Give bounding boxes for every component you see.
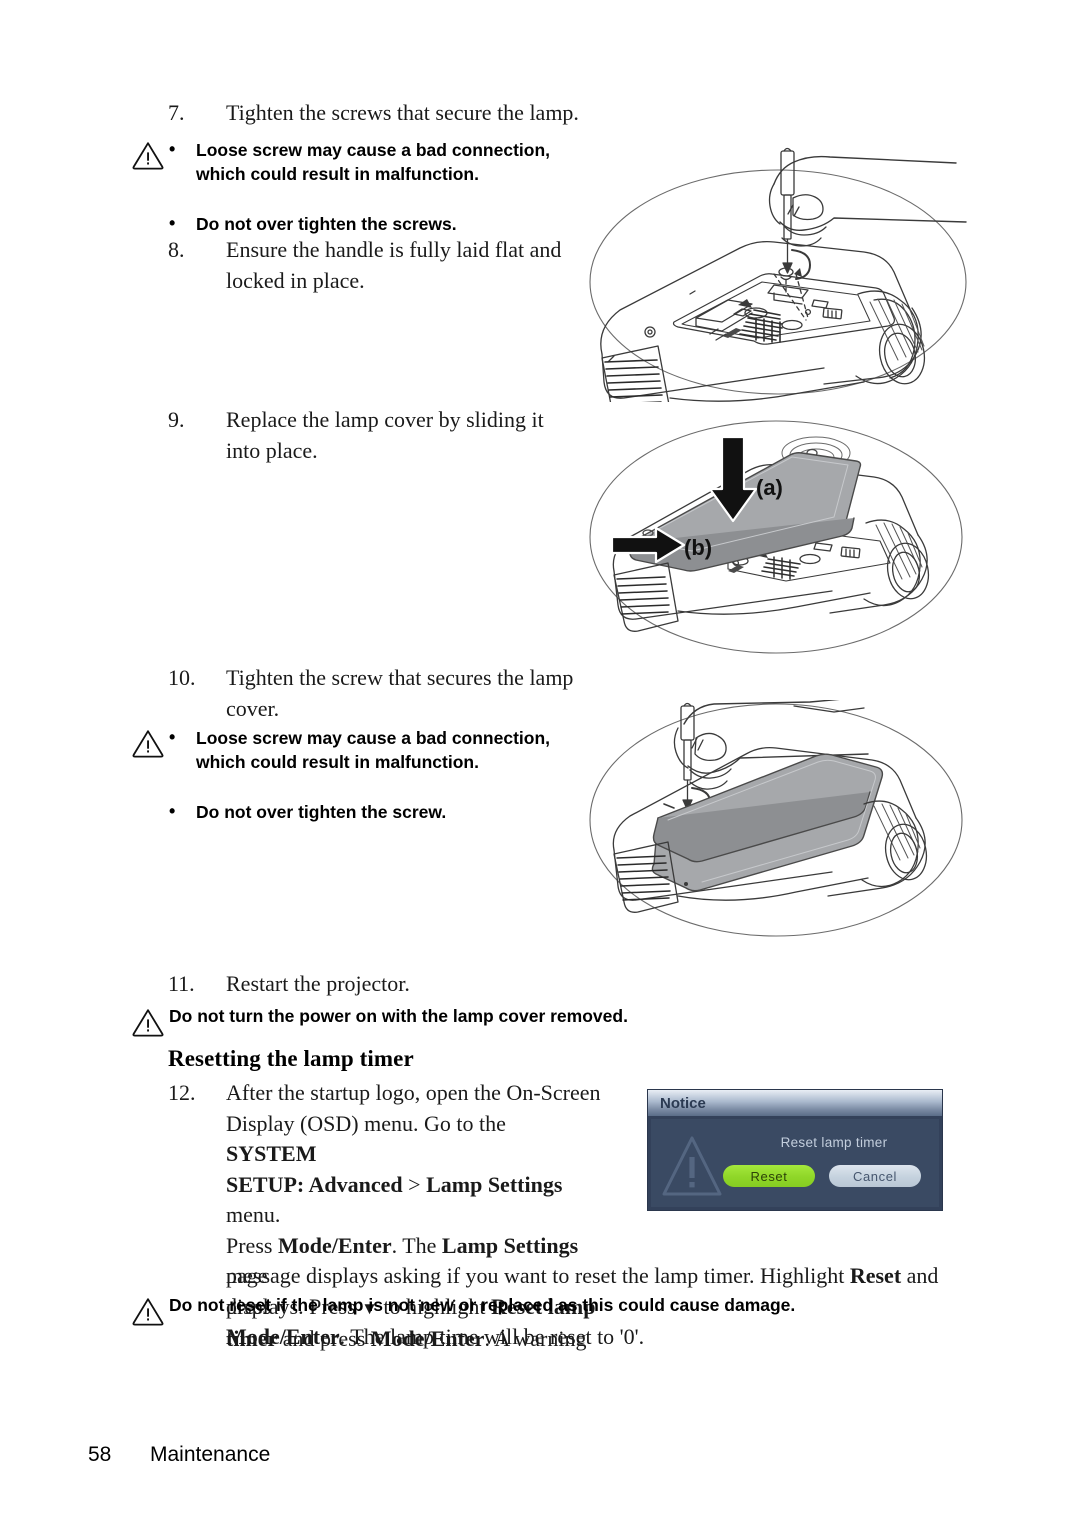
page-footer: 58 Maintenance — [88, 1443, 270, 1467]
osd-title-label: Notice — [660, 1094, 706, 1112]
warning-bullet-text: Loose screw may cause a bad connection, … — [196, 728, 551, 772]
step-12-line-8: Mode/Enter. The lamp time will be reset … — [226, 1324, 645, 1349]
warning-bullet: • Loose screw may cause a bad connection… — [169, 726, 591, 774]
warning-triangle-icon — [131, 140, 165, 170]
osd-body: Reset lamp timer Reset Cancel — [648, 1116, 942, 1210]
warning-after-step-12: Do not reset if the lamp is not new or r… — [131, 1294, 931, 1326]
warning-triangle-icon — [661, 1133, 723, 1199]
bullet-marker: • — [169, 213, 176, 233]
warning-bullet-text: Do not over tighten the screws. — [196, 214, 457, 234]
step-9-number: 9. — [168, 407, 185, 432]
warning-triangle-icon — [131, 1007, 165, 1037]
step-8-number: 8. — [168, 237, 185, 262]
warning-triangle-icon — [131, 1296, 165, 1326]
step-10-number: 10. — [168, 665, 196, 690]
step-7-number: 7. — [168, 100, 185, 125]
illustration-label-a: (a) — [756, 475, 783, 500]
step-12-number-wrap: 12. — [168, 1078, 228, 1109]
warning-after-step-10-bullets: • Loose screw may cause a bad connection… — [169, 726, 591, 824]
step-9: 9. Replace the lamp cover by sliding it … — [168, 404, 583, 466]
illustration-label-b: (b) — [684, 535, 712, 560]
step-12-number: 12. — [168, 1080, 196, 1105]
section-heading-resetting-lamp-timer: Resetting the lamp timer — [168, 1046, 414, 1071]
step-11-text: Restart the projector. — [226, 971, 410, 996]
illustration-tighten-lamp-screws — [578, 122, 988, 402]
step-7-text: Tighten the screws that secure the lamp. — [226, 100, 579, 125]
warning-bullet-text: Loose screw may cause a bad connection, … — [196, 140, 551, 184]
warning-text: Do not turn the power on with the lamp c… — [169, 1006, 628, 1026]
bullet-marker: • — [169, 727, 176, 747]
osd-reset-button[interactable]: Reset — [723, 1165, 815, 1187]
warning-bullet: • Do not over tighten the screw. — [169, 800, 591, 824]
step-12-line-3: SETUP: Advanced > Lamp Settings menu. — [226, 1171, 563, 1228]
warning-triangle-icon — [131, 728, 165, 758]
footer-section-label: Maintenance — [150, 1443, 271, 1466]
step-8: 8. Ensure the handle is fully laid flat … — [168, 234, 578, 296]
osd-title-bar: Notice — [648, 1090, 942, 1116]
page-number: 58 — [88, 1443, 112, 1466]
step-10-text: Tighten the screw that secures the lamp … — [226, 665, 574, 721]
step-12-line-2: Display (OSD) menu. Go to the SYSTEM — [226, 1110, 506, 1167]
step-11-number: 11. — [168, 971, 195, 996]
warning-after-step-7: • Loose screw may cause a bad connection… — [131, 138, 591, 236]
step-12-line-1: After the startup logo, open the On-Scre… — [226, 1080, 601, 1105]
step-10: 10. Tighten the screw that secures the l… — [168, 662, 588, 724]
warning-bullet-text: Do not over tighten the screw. — [196, 802, 447, 822]
warning-after-step-11: Do not turn the power on with the lamp c… — [131, 1005, 911, 1037]
osd-message: Reset lamp timer — [780, 1135, 888, 1150]
illustration-replace-lamp-cover: (a) (b) — [578, 415, 978, 655]
warning-bullet: • Loose screw may cause a bad connection… — [169, 138, 591, 186]
osd-notice-dialog: Notice Reset lamp timer Reset Cancel — [648, 1090, 942, 1210]
step-8-text: Ensure the handle is fully laid flat and… — [226, 237, 562, 293]
warning-after-step-7-bullets: • Loose screw may cause a bad connection… — [169, 138, 591, 236]
warning-bullet: • Do not over tighten the screws. — [169, 212, 591, 236]
step-11: 11. Restart the projector. — [168, 968, 588, 999]
osd-cancel-button[interactable]: Cancel — [829, 1165, 921, 1187]
step-7: 7. Tighten the screws that secure the la… — [168, 97, 588, 128]
bullet-marker: • — [169, 139, 176, 159]
osd-button-row: Reset Cancel — [723, 1165, 921, 1187]
illustration-tighten-cover-screw — [578, 700, 978, 940]
warning-after-step-10: • Loose screw may cause a bad connection… — [131, 726, 591, 824]
bullet-marker: • — [169, 801, 176, 821]
warning-text: Do not reset if the lamp is not new or r… — [169, 1295, 796, 1315]
step-9-text: Replace the lamp cover by sliding it int… — [226, 407, 544, 463]
manual-page: 7. Tighten the screws that secure the la… — [0, 0, 1080, 1529]
